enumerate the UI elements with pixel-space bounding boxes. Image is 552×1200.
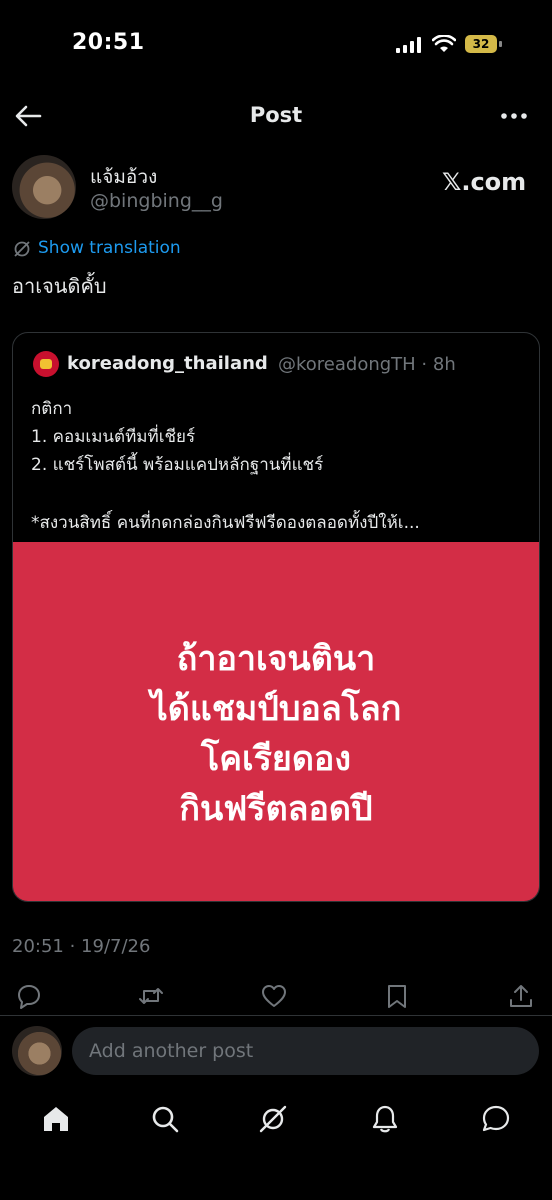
status-time: 20:51 (72, 30, 145, 55)
image-caption: ถ้าอาเจนตินา ได้แชมป์บอลโลก โคเรียดอง กิ… (13, 634, 539, 834)
translate-icon[interactable] (13, 240, 31, 258)
share-icon[interactable] (508, 983, 534, 1009)
quoted-author-name: koreadong_thailand (67, 353, 268, 374)
quoted-text-line: กติกา (31, 399, 73, 419)
author-display-name[interactable]: แจ้มอ้วง (90, 162, 157, 192)
signal-icon (396, 37, 421, 53)
user-avatar[interactable] (12, 1026, 62, 1076)
home-icon[interactable] (41, 1104, 71, 1134)
divider (0, 1015, 552, 1016)
author-username[interactable]: @bingbing__g (90, 190, 223, 212)
image-caption-line: กินฟรีตลอดปี (179, 789, 373, 829)
battery-icon: 32 (465, 35, 503, 53)
search-icon[interactable] (150, 1104, 180, 1134)
show-translation-link[interactable]: Show translation (38, 238, 181, 258)
wifi-icon (432, 35, 456, 52)
battery-level: 32 (465, 35, 497, 53)
repost-icon[interactable] (138, 983, 164, 1009)
post-timestamp: 20:51 · 19/7/26 (12, 936, 151, 957)
quoted-post-image[interactable]: ถ้าอาเจนตินา ได้แชมป์บอลโลก โคเรียดอง กิ… (13, 542, 539, 901)
post-text: อาเจนดิคั้บ (12, 274, 107, 298)
more-options-icon[interactable] (500, 112, 528, 120)
image-caption-line: ได้แชมป์บอลโลก (150, 689, 402, 729)
image-caption-line: ถ้าอาเจนตินา (176, 639, 376, 679)
bookmark-icon[interactable] (384, 983, 410, 1009)
author-avatar[interactable] (12, 155, 76, 219)
reply-icon[interactable] (16, 983, 42, 1009)
messages-icon[interactable] (481, 1104, 511, 1134)
like-icon[interactable] (261, 983, 287, 1009)
quoted-author-avatar (33, 351, 59, 377)
quoted-text-line: 1. คอมเมนต์ทีมที่เชียร์ (31, 427, 196, 447)
quoted-text-line: *สงวนสิทธิ์ คนที่กดกล่องกินฟรีฟรีดองตลอด… (31, 513, 420, 533)
quoted-post-card[interactable]: koreadong_thailand @koreadongTH · 8h กติ… (12, 332, 540, 902)
notifications-icon[interactable] (370, 1104, 400, 1134)
image-caption-line: โคเรียดอง (201, 739, 351, 779)
x-watermark: 𝕏.com (442, 168, 527, 196)
quoted-author-handle-time: @koreadongTH · 8h (278, 354, 456, 375)
grok-icon[interactable] (258, 1104, 288, 1134)
reply-input[interactable] (72, 1027, 539, 1075)
page-title: Post (249, 103, 303, 127)
quoted-text-line: 2. แชร์โพสต์นี้ พร้อมแคปหลักฐานที่แชร์ (31, 455, 324, 475)
